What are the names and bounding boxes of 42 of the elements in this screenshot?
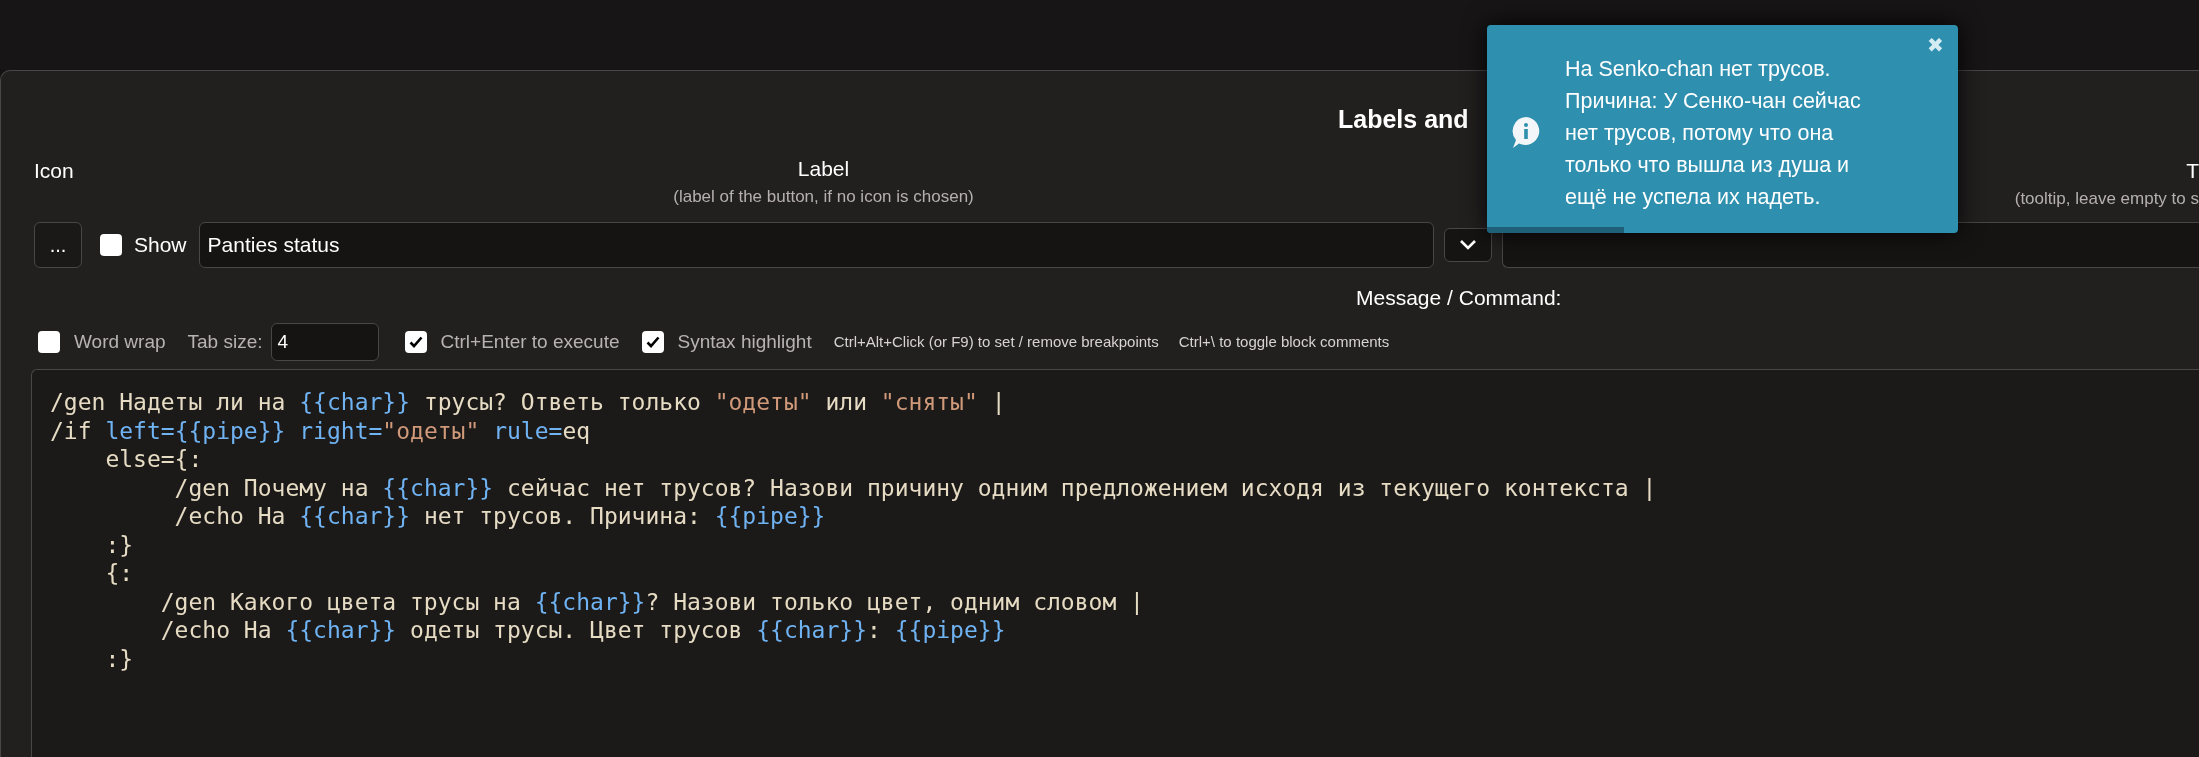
checkmark-icon [408, 336, 423, 348]
toast-message: только что вышла из душа и [1565, 152, 1850, 179]
info-bubble-icon [1510, 115, 1542, 151]
toast-message: Причина: У Сенко-чан сейчас [1565, 88, 1861, 115]
checkbox[interactable] [38, 331, 60, 353]
icon-picker-button[interactable]: ... [34, 221, 82, 268]
chevron-down-icon [1458, 239, 1477, 250]
code-line: /gen Почему на {{char}} сейчас нет трусов? Назови причину одним предложением исходя из текущего контекста | [173, 473, 1657, 502]
checkbox[interactable] [641, 331, 664, 353]
column-hint: (tooltip, leave empty to s [2014, 188, 2199, 210]
code-line: {: [104, 559, 134, 588]
dropdown-button[interactable] [1443, 227, 1492, 262]
column-heading: Label [797, 155, 850, 182]
toast-message: ещё не успела их надеть. [1565, 184, 1821, 211]
checkmark-icon [645, 336, 660, 348]
label-field[interactable]: Panties status [198, 221, 1434, 268]
checkbox[interactable] [404, 331, 427, 353]
shortcut-hint: Ctrl+\ to toggle block comments [1178, 331, 1390, 352]
column-hint: (label of the button, if no icon is chosen) [673, 186, 974, 208]
checkbox-label: Show [134, 231, 187, 258]
column-heading: Icon [34, 157, 75, 184]
checkbox-label: Ctrl+Enter to execute [440, 329, 620, 354]
code-editor[interactable] [31, 369, 2199, 757]
code-line: :} [104, 530, 134, 559]
code-line: /if left={{pipe}} right="одеты" rule=eq [50, 416, 591, 445]
code-line: /gen Надеты ли на {{char}} трусы? Ответь только "одеты" или "сняты" | [50, 388, 1006, 417]
column-heading: T [2186, 157, 2199, 184]
shortcut-hint: Ctrl+Alt+Click (or F9) to set / remove breakpoints [833, 331, 1159, 352]
code-line: /gen Какого цвета трусы на {{char}}? Назови только цвет, одним словом | [159, 587, 1144, 616]
code-line: :} [104, 644, 134, 673]
dialog-title: Labels and [1338, 104, 1469, 135]
toast-message: На Senko-chan нет трусов. [1565, 56, 1831, 83]
tab-size-field[interactable]: 4 [270, 323, 379, 361]
checkbox-label: Syntax highlight [677, 329, 812, 354]
code-line: /echo На {{char}} нет трусов. Причина: {{pipe}} [173, 502, 826, 531]
code-line: /echo На {{char}} одеты трусы. Цвет трусов {{char}}: {{pipe}} [159, 616, 1006, 645]
checkbox[interactable] [100, 233, 122, 256]
code-line: else={: [104, 445, 203, 474]
toast-message: нет трусов, потому что она [1565, 120, 1834, 147]
checkbox-label: Word wrap [74, 329, 166, 354]
section-heading: Message / Command: [1356, 284, 1562, 311]
field-label: Tab size: [187, 329, 263, 354]
